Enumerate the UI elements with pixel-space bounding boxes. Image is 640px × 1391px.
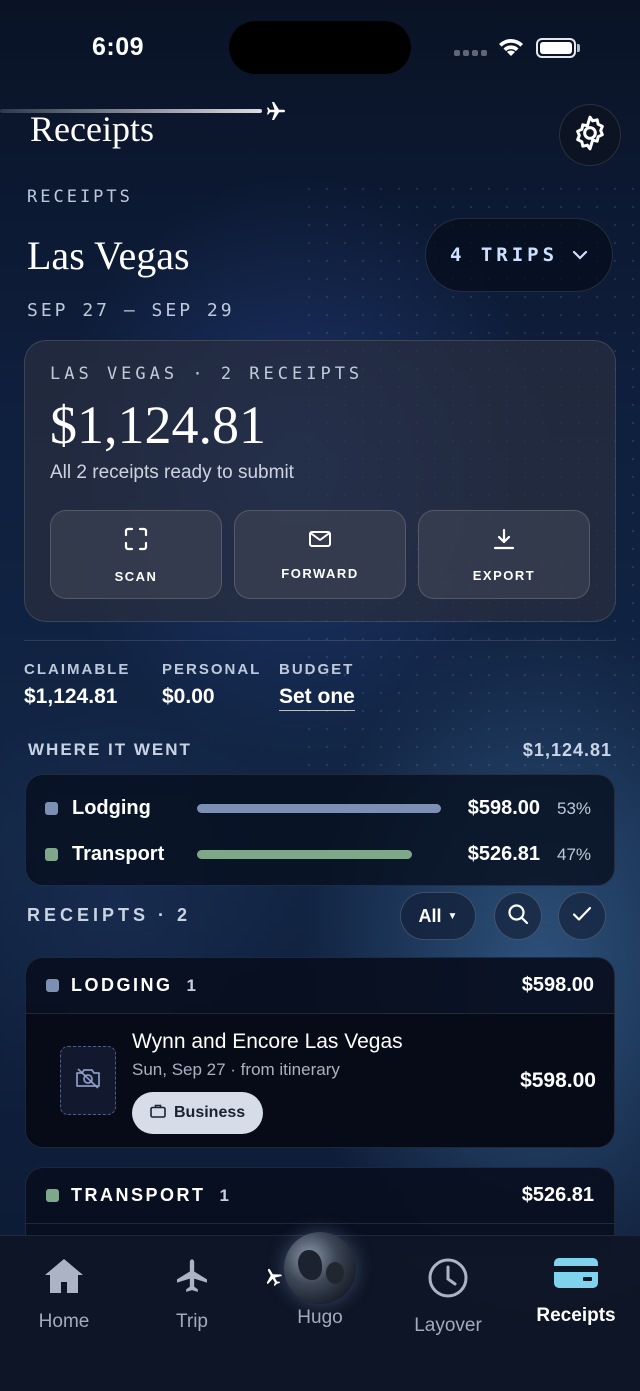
tab-hugo-label: Hugo	[297, 1307, 343, 1328]
lodging-group-count: 1	[186, 975, 196, 995]
transport-category-label: Transport	[72, 843, 165, 865]
no-photo-icon	[74, 1066, 102, 1095]
summary-amount: $1,124.81	[50, 395, 266, 455]
transport-group-total: $526.81	[521, 1184, 594, 1206]
select-button[interactable]	[558, 892, 606, 940]
settings-button[interactable]	[559, 104, 621, 166]
tab-receipts-label: Receipts	[536, 1305, 616, 1326]
mail-icon	[308, 529, 332, 554]
tab-trip-label: Trip	[175, 1311, 209, 1332]
gear-icon	[570, 113, 610, 158]
section-label: RECEIPTS	[27, 187, 133, 207]
breakdown-total: $1,124.81	[522, 740, 612, 760]
receipt-title: Wynn and Encore Las Vegas	[132, 1030, 403, 1053]
battery-cap	[577, 44, 580, 52]
personal-label: PERSONAL	[162, 661, 262, 678]
claimable-value: $1,124.81	[24, 685, 118, 708]
forward-button[interactable]: FORWARD	[234, 510, 406, 599]
airplane-icon	[170, 1256, 214, 1301]
divider	[24, 640, 616, 641]
lodging-percent: 53%	[557, 799, 592, 818]
cellular-signal-icon	[454, 50, 488, 56]
receipts-count-label: RECEIPTS · 2	[27, 905, 192, 925]
tab-home[interactable]: Home	[0, 1256, 128, 1333]
tab-hugo[interactable]: Hugo	[256, 1307, 384, 1329]
transport-bar	[197, 850, 412, 859]
transport-amount: $526.81	[467, 843, 540, 865]
breakdown-label: WHERE IT WENT	[28, 740, 192, 759]
orbit-plane-icon	[262, 1266, 284, 1293]
scan-label: SCAN	[114, 568, 158, 584]
trip-name: Las Vegas	[27, 233, 190, 278]
tab-receipts[interactable]: Receipts	[512, 1256, 640, 1327]
card-icon	[553, 1256, 599, 1295]
scan-button[interactable]: SCAN	[50, 510, 222, 599]
lodging-group-name: LODGING	[71, 975, 173, 995]
tab-layover[interactable]: Layover	[384, 1256, 512, 1337]
lodging-color-dot	[45, 802, 58, 815]
personal-value: $0.00	[162, 685, 215, 708]
briefcase-icon	[150, 1104, 166, 1123]
filter-dropdown[interactable]: All ▼	[400, 892, 476, 940]
lodging-amount: $598.00	[467, 797, 540, 819]
trips-selector[interactable]: 4 TRIPS	[425, 218, 613, 292]
home-icon	[42, 1256, 86, 1301]
claimable-label: CLAIMABLE	[24, 661, 131, 678]
lodging-category-label: Lodging	[72, 797, 151, 819]
receipt-amount: $598.00	[520, 1069, 596, 1092]
lodging-group-dot	[46, 979, 59, 992]
tab-home-label: Home	[38, 1311, 90, 1332]
trips-selector-label: 4 TRIPS	[449, 244, 559, 266]
search-icon	[506, 902, 530, 931]
status-time: 6:09	[92, 33, 145, 61]
lodging-bar	[197, 804, 441, 813]
transport-color-dot	[45, 848, 58, 861]
tab-layover-label: Layover	[414, 1315, 482, 1336]
airplane-icon	[261, 99, 291, 128]
transport-group-dot	[46, 1189, 59, 1202]
receipt-meta: Sun, Sep 27 · from itinerary	[132, 1060, 340, 1079]
export-label: EXPORT	[472, 567, 536, 583]
download-icon	[492, 527, 516, 556]
export-button[interactable]: EXPORT	[418, 510, 590, 599]
dynamic-island	[229, 21, 411, 74]
transport-group-name: TRANSPORT	[71, 1185, 206, 1205]
forward-label: FORWARD	[281, 565, 359, 581]
caret-down-icon: ▼	[447, 910, 458, 922]
tab-trip[interactable]: Trip	[128, 1256, 256, 1333]
business-tag-label: Business	[174, 1104, 246, 1121]
page-title: Receipts	[30, 109, 154, 149]
search-button[interactable]	[494, 892, 542, 940]
transport-percent: 47%	[557, 845, 592, 864]
lodging-group: LODGING 1 $598.00 Wynn and Encore Las Ve…	[25, 957, 615, 1148]
transport-group-header[interactable]: TRANSPORT 1 $526.81	[26, 1168, 614, 1224]
budget-label: BUDGET	[279, 661, 355, 678]
chevron-down-icon	[572, 244, 588, 266]
receipt-row[interactable]: Wynn and Encore Las Vegas Sun, Sep 27 · …	[26, 1014, 614, 1147]
trip-dates: SEP 27 — SEP 29	[27, 300, 235, 321]
set-budget-link[interactable]: Set one	[279, 685, 355, 711]
summary-eyebrow: LAS VEGAS · 2 RECEIPTS	[50, 364, 364, 384]
wifi-icon	[496, 36, 526, 63]
business-tag[interactable]: Business	[132, 1092, 264, 1134]
clock-icon	[426, 1256, 470, 1305]
breakdown-card	[25, 774, 615, 886]
transport-group-count: 1	[219, 1185, 229, 1205]
checkmark-icon	[571, 903, 593, 930]
summary-subtitle: All 2 receipts ready to submit	[50, 462, 294, 483]
filter-value: All	[418, 905, 442, 926]
battery-icon	[536, 38, 576, 58]
globe-icon[interactable]	[284, 1232, 356, 1304]
lodging-group-header[interactable]: LODGING 1 $598.00	[26, 958, 614, 1014]
receipt-thumbnail[interactable]	[60, 1046, 116, 1115]
lodging-group-total: $598.00	[521, 974, 594, 996]
scan-icon	[123, 526, 149, 557]
